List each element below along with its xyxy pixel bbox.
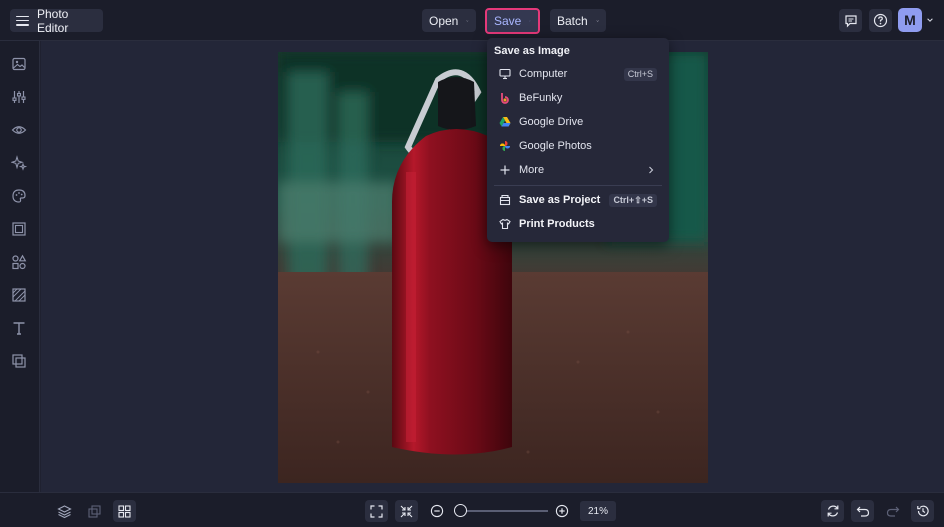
- layers-icon: [57, 504, 72, 518]
- adjustments-icon: [12, 91, 26, 103]
- sidebar-item-textures[interactable]: [10, 286, 28, 304]
- texture-icon: [12, 288, 26, 302]
- befunky-logo-icon: [499, 92, 511, 104]
- frame-icon: [12, 222, 26, 236]
- text-icon: [13, 322, 25, 335]
- zoom-slider-handle[interactable]: [454, 504, 467, 517]
- comment-icon: [844, 14, 857, 27]
- bottom-toolbar: 21%: [0, 492, 944, 527]
- google-drive-label: Google Drive: [519, 116, 584, 128]
- save-as-project-label: Save as Project: [519, 194, 601, 206]
- sidebar-item-image[interactable]: [10, 55, 28, 73]
- comments-button[interactable]: [839, 9, 862, 32]
- more-label: More: [519, 164, 545, 176]
- save-to-google-photos[interactable]: Google Photos: [487, 135, 669, 157]
- zoom-slider-track[interactable]: [454, 510, 548, 512]
- sidebar-item-adjust[interactable]: [10, 88, 28, 106]
- app-title: Photo Editor: [37, 6, 69, 35]
- print-products-label: Print Products: [519, 218, 595, 230]
- menu-divider: [494, 185, 662, 186]
- history-button[interactable]: [911, 500, 934, 522]
- sidebar-item-artsy[interactable]: [10, 187, 28, 205]
- rotate-button[interactable]: [821, 500, 844, 522]
- save-dropdown-menu: Save as Image Computer Ctrl+S BeFunky Go…: [487, 38, 669, 242]
- actual-size-button[interactable]: [395, 500, 418, 522]
- monitor-icon: [499, 68, 511, 80]
- undo-button[interactable]: [851, 500, 874, 522]
- google-photos-label: Google Photos: [519, 140, 592, 152]
- main-menu-button[interactable]: Photo Editor: [10, 6, 103, 35]
- photo-editor-app: Photo Editor Open Save Batch M 21% Save …: [0, 0, 944, 527]
- redo-icon: [886, 506, 899, 517]
- redo-button[interactable]: [881, 500, 904, 522]
- save-to-google-drive[interactable]: Google Drive: [487, 111, 669, 133]
- layers-button[interactable]: [53, 500, 76, 522]
- sparkle-icon: [11, 155, 27, 171]
- save-menu-button[interactable]: Save: [485, 8, 540, 34]
- chevron-down-icon: [529, 20, 531, 22]
- tools-sidebar: [0, 41, 40, 492]
- top-bar: Photo Editor Open Save Batch M: [0, 0, 944, 41]
- sidebar-item-effects[interactable]: [10, 154, 28, 172]
- overlay-icon: [12, 354, 26, 368]
- computer-label: Computer: [519, 68, 568, 80]
- google-photos-icon: [499, 140, 511, 152]
- plus-icon: [499, 164, 511, 176]
- help-button[interactable]: [869, 9, 892, 32]
- fullscreen-icon: [370, 504, 383, 518]
- eye-icon: [11, 126, 27, 134]
- print-products[interactable]: Print Products: [487, 213, 669, 235]
- user-avatar[interactable]: M: [898, 8, 922, 32]
- sidebar-item-text[interactable]: [10, 319, 28, 337]
- collapse-icon: [400, 505, 413, 517]
- save-as-project[interactable]: Save as Project Ctrl+⇧+S: [487, 189, 669, 211]
- compare-icon: [88, 504, 101, 518]
- save-to-befunky[interactable]: BeFunky: [487, 87, 669, 109]
- zoom-in-icon[interactable]: [555, 504, 569, 518]
- sidebar-item-graphics[interactable]: [10, 253, 28, 271]
- computer-shortcut: Ctrl+S: [623, 67, 657, 81]
- open-menu-button[interactable]: Open: [422, 9, 476, 32]
- save-to-computer[interactable]: Computer Ctrl+S: [487, 63, 669, 85]
- palette-icon: [12, 189, 26, 203]
- batch-menu-button[interactable]: Batch: [550, 9, 606, 32]
- sidebar-item-frames[interactable]: [10, 220, 28, 238]
- tshirt-icon: [499, 218, 511, 230]
- chevron-down-icon[interactable]: [926, 16, 934, 24]
- sidebar-item-overlays[interactable]: [10, 352, 28, 370]
- sidebar-item-view[interactable]: [10, 121, 28, 139]
- image-icon: [12, 57, 26, 71]
- compare-button[interactable]: [83, 500, 106, 522]
- chevron-down-icon: [466, 19, 469, 22]
- zoom-out-icon[interactable]: [430, 504, 444, 518]
- fit-to-screen-button[interactable]: [365, 500, 388, 522]
- save-as-image-header: Save as Image: [494, 45, 570, 57]
- save-more-options[interactable]: More: [487, 159, 669, 181]
- batch-label: Batch: [557, 13, 588, 28]
- history-icon: [916, 505, 929, 517]
- zoom-level-readout[interactable]: 21%: [580, 501, 616, 521]
- refresh-icon: [827, 505, 838, 517]
- hamburger-icon: [16, 15, 29, 26]
- grid-view-button[interactable]: [113, 500, 136, 522]
- chevron-down-icon: [596, 19, 599, 22]
- help-icon: [873, 13, 888, 28]
- chevron-right-icon: [649, 166, 654, 174]
- save-label: Save: [494, 14, 522, 28]
- grid-icon: [118, 504, 131, 518]
- open-label: Open: [429, 13, 459, 28]
- google-drive-icon: [499, 116, 511, 128]
- project-box-icon: [499, 194, 511, 206]
- befunky-label: BeFunky: [519, 92, 563, 104]
- undo-icon: [856, 506, 869, 517]
- save-as-project-shortcut: Ctrl+⇧+S: [609, 193, 657, 207]
- shapes-icon: [12, 254, 27, 270]
